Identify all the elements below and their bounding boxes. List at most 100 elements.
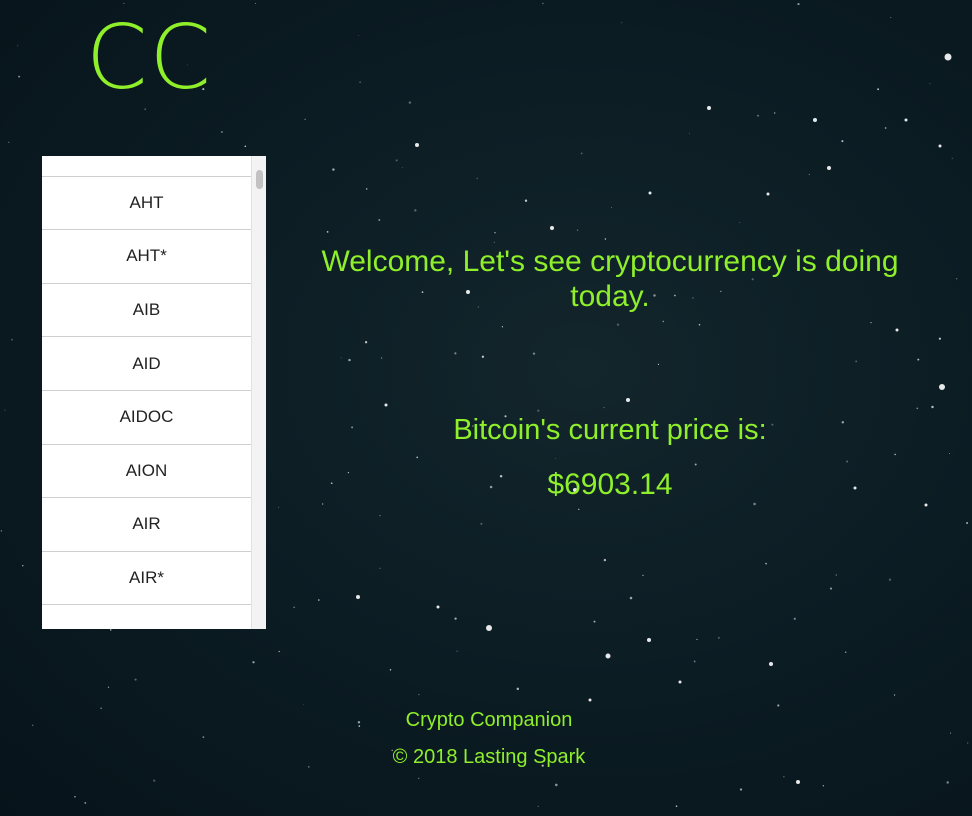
star bbox=[808, 173, 810, 175]
star bbox=[813, 118, 817, 122]
star bbox=[916, 407, 919, 410]
star bbox=[380, 357, 383, 359]
star bbox=[456, 650, 458, 652]
star bbox=[578, 508, 580, 511]
star bbox=[766, 192, 770, 196]
star bbox=[486, 625, 492, 631]
list-item[interactable] bbox=[42, 156, 251, 177]
scrollbar-thumb[interactable] bbox=[256, 170, 263, 189]
star bbox=[384, 403, 388, 407]
welcome-message: Welcome, Let's see cryptocurrency is doi… bbox=[321, 245, 899, 313]
star bbox=[378, 218, 381, 222]
star bbox=[844, 651, 847, 654]
star bbox=[890, 17, 892, 19]
star bbox=[359, 81, 361, 83]
list-item[interactable]: AIR* bbox=[42, 551, 251, 606]
star bbox=[153, 779, 156, 782]
star bbox=[929, 83, 931, 85]
star bbox=[946, 781, 949, 784]
star bbox=[580, 152, 583, 155]
star bbox=[894, 694, 896, 696]
star bbox=[647, 638, 651, 642]
star bbox=[829, 587, 833, 590]
star bbox=[402, 166, 404, 168]
star bbox=[532, 352, 536, 355]
list-item[interactable]: AIB bbox=[42, 283, 251, 338]
star bbox=[822, 785, 825, 787]
star bbox=[966, 522, 969, 524]
star bbox=[348, 358, 351, 362]
star bbox=[648, 191, 652, 195]
star bbox=[326, 231, 329, 233]
star bbox=[793, 617, 796, 620]
star bbox=[603, 407, 605, 409]
star bbox=[278, 650, 280, 653]
star bbox=[277, 506, 280, 508]
star bbox=[769, 662, 773, 666]
star bbox=[365, 188, 368, 190]
list-item[interactable] bbox=[42, 605, 251, 629]
star bbox=[416, 456, 419, 459]
star bbox=[694, 463, 697, 466]
star bbox=[220, 130, 223, 134]
star bbox=[364, 341, 368, 344]
star bbox=[616, 323, 620, 326]
star bbox=[555, 783, 558, 787]
logo: CC bbox=[86, 6, 213, 109]
star bbox=[379, 514, 381, 517]
star bbox=[293, 606, 295, 609]
list-item[interactable]: AID bbox=[42, 337, 251, 391]
star bbox=[783, 776, 785, 778]
star bbox=[835, 574, 837, 576]
star bbox=[739, 222, 741, 224]
star bbox=[17, 45, 19, 47]
star bbox=[22, 565, 24, 567]
footer-app-name: Crypto Companion bbox=[405, 709, 573, 731]
star bbox=[4, 409, 6, 411]
list-item[interactable]: AIR bbox=[42, 498, 251, 552]
star bbox=[846, 460, 849, 463]
star bbox=[888, 578, 892, 581]
star bbox=[109, 629, 112, 631]
star bbox=[662, 320, 665, 323]
star bbox=[773, 112, 776, 114]
star bbox=[938, 337, 941, 340]
star bbox=[18, 75, 21, 78]
star bbox=[757, 114, 759, 117]
star bbox=[480, 522, 483, 525]
star bbox=[476, 177, 478, 179]
list-item[interactable]: AION bbox=[42, 444, 251, 499]
star bbox=[524, 199, 528, 202]
star bbox=[542, 2, 544, 5]
coin-list-scrollbar[interactable] bbox=[251, 156, 266, 629]
star bbox=[379, 567, 381, 570]
star bbox=[924, 503, 928, 507]
star bbox=[501, 326, 504, 328]
star bbox=[454, 617, 457, 620]
star bbox=[895, 328, 899, 332]
star bbox=[877, 88, 880, 91]
star bbox=[418, 777, 420, 779]
star bbox=[107, 686, 110, 688]
star bbox=[693, 660, 696, 663]
star bbox=[884, 127, 887, 129]
star bbox=[605, 653, 611, 659]
star bbox=[436, 605, 440, 609]
star bbox=[626, 398, 630, 402]
star bbox=[537, 805, 539, 807]
list-item[interactable]: AHT* bbox=[42, 230, 251, 284]
list-item[interactable]: AHT bbox=[42, 176, 251, 231]
star bbox=[202, 736, 205, 738]
star bbox=[718, 637, 720, 639]
star bbox=[414, 209, 417, 212]
coin-list-items: AHT AHT* AIB AID AIDOC AION AIR AIR* bbox=[42, 156, 251, 629]
coin-list[interactable]: AHT AHT* AIB AID AIDOC AION AIR AIR* bbox=[42, 156, 266, 629]
star bbox=[944, 53, 952, 61]
star bbox=[550, 226, 554, 230]
star bbox=[418, 694, 420, 696]
coin-list-viewport[interactable]: AHT AHT* AIB AID AIDOC AION AIR AIR* bbox=[42, 156, 251, 629]
star bbox=[593, 620, 596, 623]
star bbox=[603, 558, 607, 562]
star bbox=[827, 166, 831, 170]
list-item[interactable]: AIDOC bbox=[42, 390, 251, 445]
